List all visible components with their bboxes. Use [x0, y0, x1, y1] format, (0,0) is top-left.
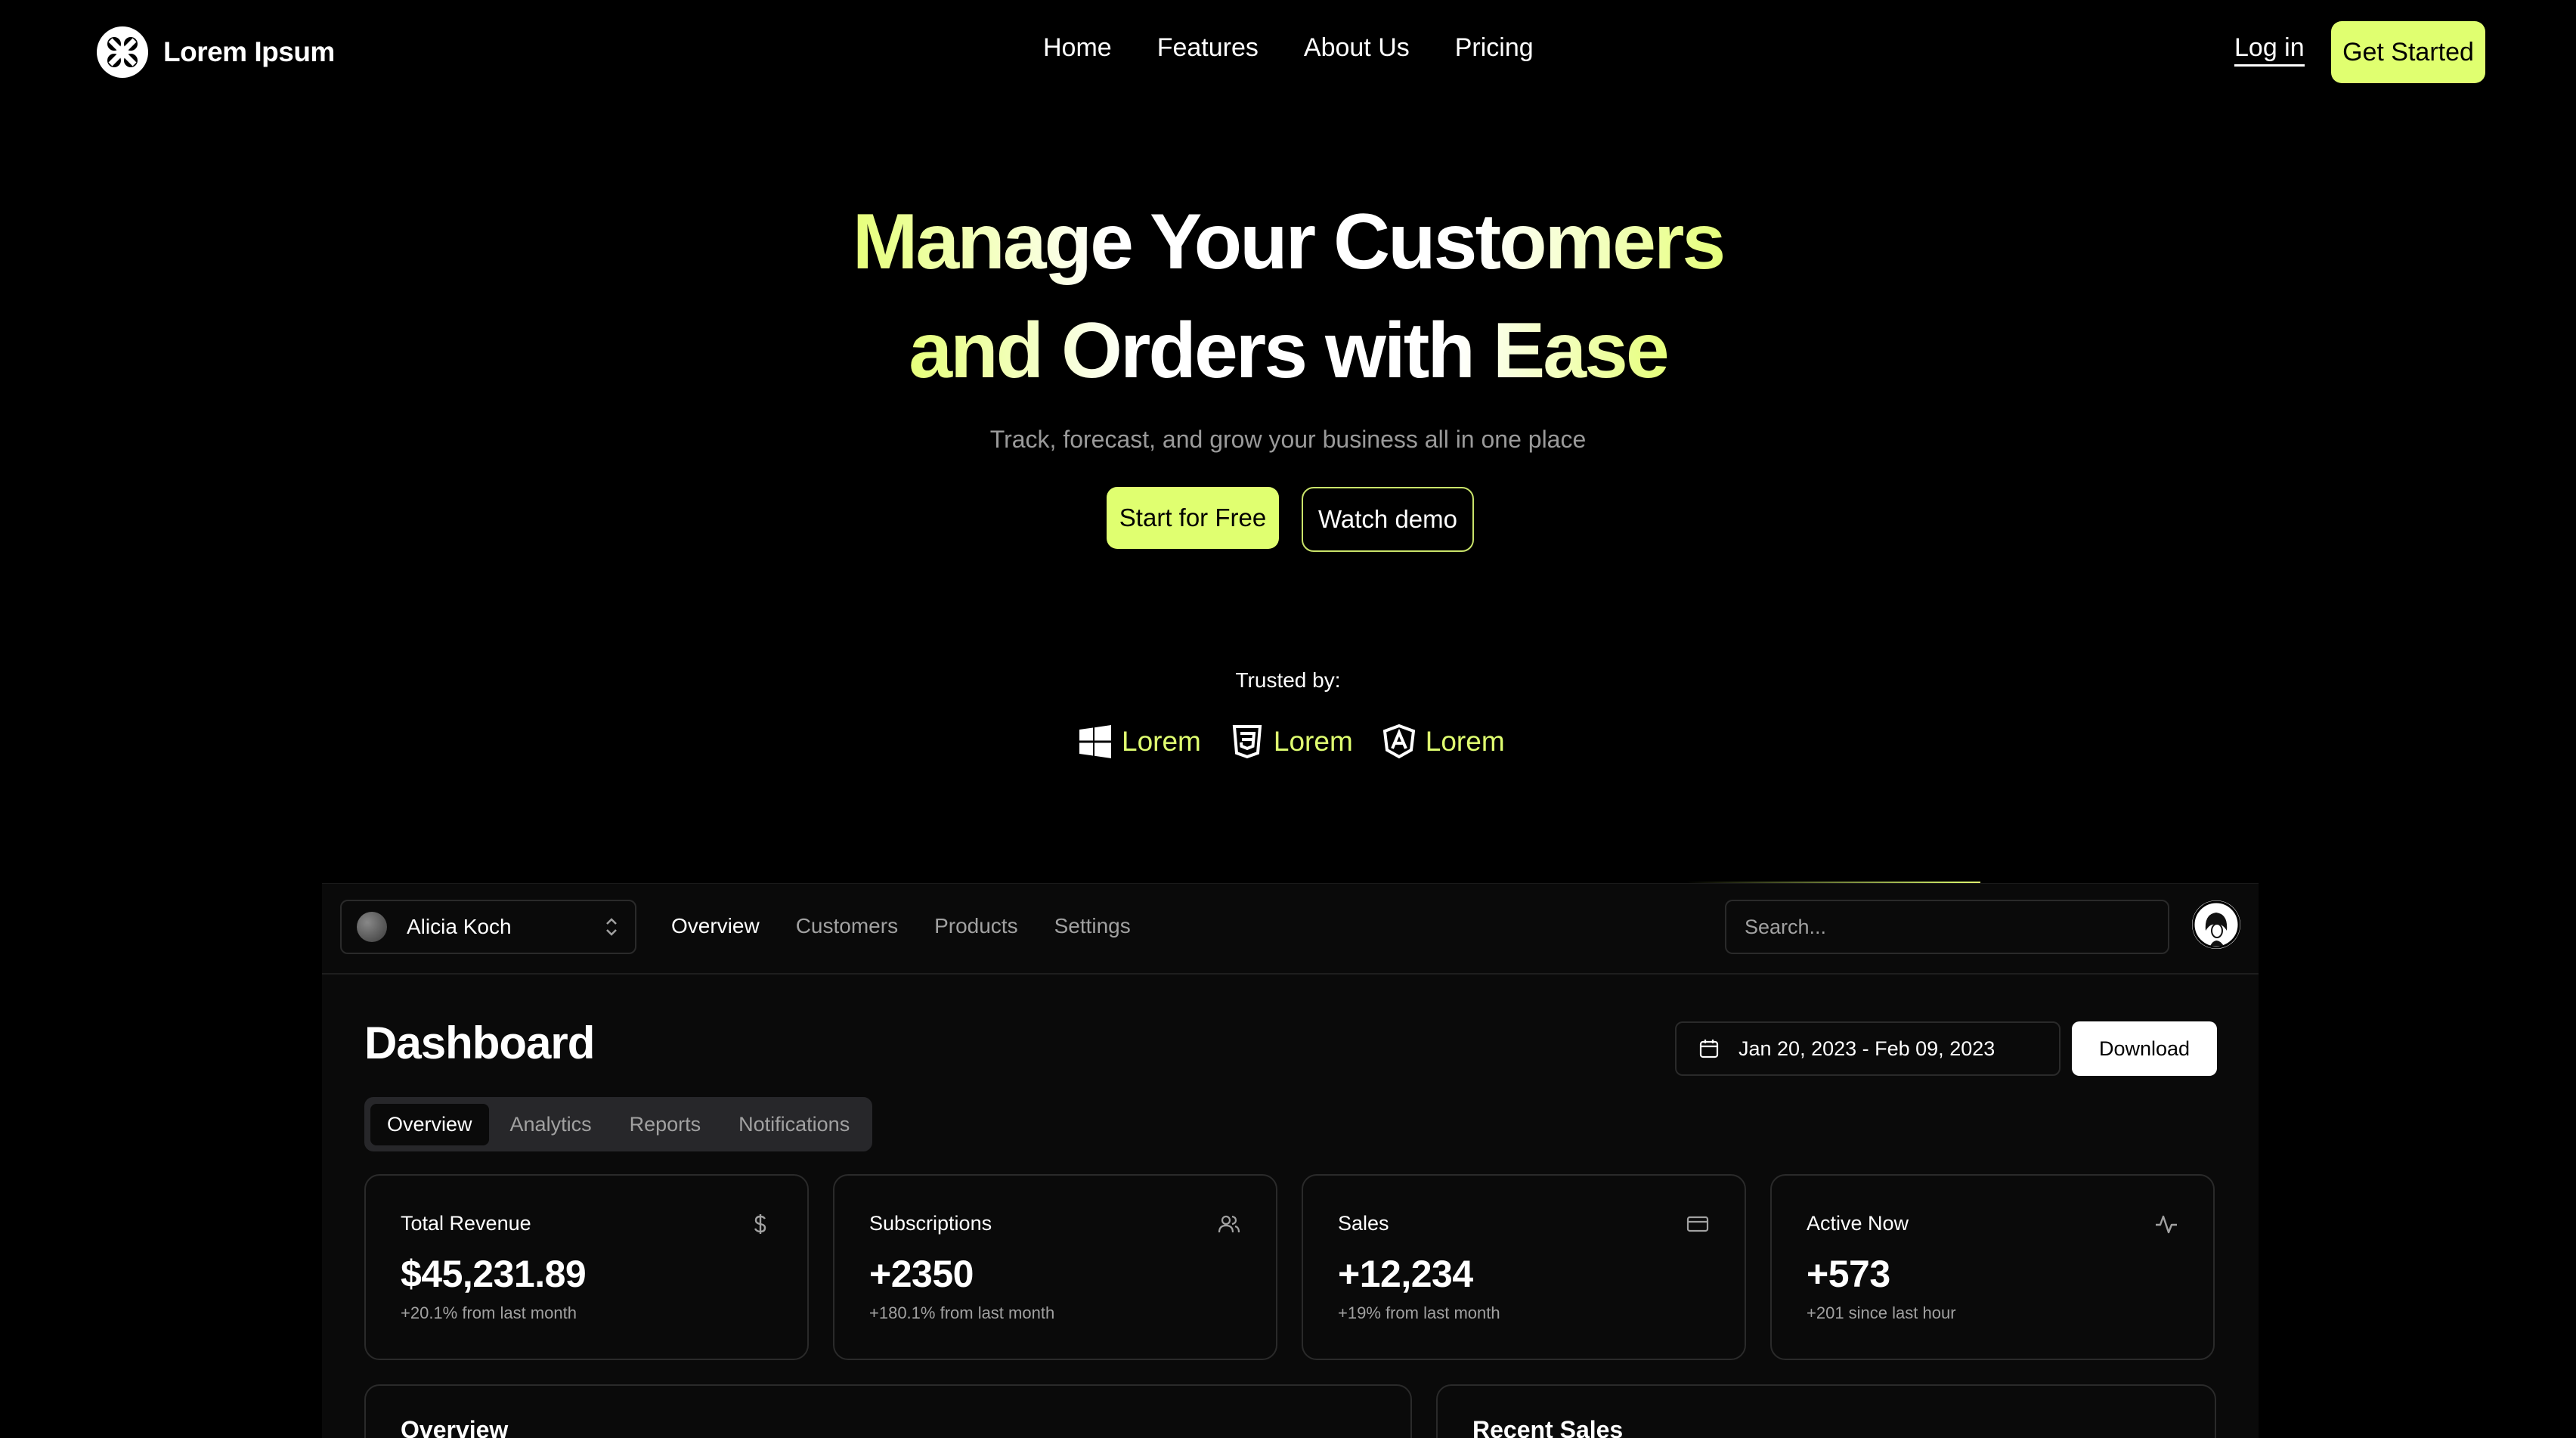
- tab-overview[interactable]: Overview: [370, 1103, 489, 1145]
- date-range-picker[interactable]: Jan 20, 2023 - Feb 09, 2023: [1675, 1021, 2060, 1076]
- team-switcher[interactable]: Alicia Koch: [340, 900, 636, 954]
- tab-analytics[interactable]: Analytics: [494, 1104, 608, 1145]
- search-input[interactable]: [1725, 900, 2169, 954]
- stat-card-value: +2350: [869, 1253, 974, 1295]
- dashboard-tabs: Overview Analytics Reports Notifications: [364, 1097, 873, 1151]
- user-avatar-icon: [2192, 900, 2240, 949]
- dashboard-nav-products[interactable]: Products: [934, 914, 1018, 938]
- angular-icon: [1382, 724, 1415, 759]
- trusted-logo-name: Lorem: [1273, 726, 1353, 757]
- nav-link-home[interactable]: Home: [1043, 33, 1112, 63]
- stat-card-total-revenue: Total Revenue $45,231.89 +20.1% from las…: [364, 1174, 809, 1360]
- recent-sales-panel-title: Recent Sales: [1472, 1416, 1624, 1438]
- dashboard-title: Dashboard: [364, 1018, 595, 1068]
- stat-card-note: +180.1% from last month: [869, 1303, 1055, 1322]
- tab-notifications[interactable]: Notifications: [722, 1104, 866, 1145]
- css3-icon: [1232, 725, 1262, 759]
- brand-logo-icon: [97, 26, 148, 78]
- overview-panel: Overview: [364, 1384, 1412, 1438]
- login-link[interactable]: Log in: [2234, 33, 2305, 67]
- stat-card-value: +12,234: [1338, 1253, 1473, 1295]
- nav-link-about-us[interactable]: About Us: [1304, 33, 1410, 63]
- hero-title-line2: and Orders with Ease: [909, 307, 1669, 395]
- start-for-free-button[interactable]: Start for Free: [1107, 487, 1279, 549]
- trusted-by-label: Trusted by:: [1235, 668, 1341, 692]
- stat-cards: Total Revenue $45,231.89 +20.1% from las…: [364, 1174, 2215, 1360]
- stat-card-value: +573: [1807, 1253, 1890, 1295]
- nav-link-pricing[interactable]: Pricing: [1455, 33, 1534, 63]
- dashboard-nav-settings[interactable]: Settings: [1054, 914, 1131, 938]
- stat-card-note: +201 since last hour: [1807, 1303, 1956, 1322]
- stat-card-note: +20.1% from last month: [401, 1303, 577, 1322]
- dashboard-topbar: Alicia Koch Overview Customers Products …: [322, 884, 2259, 975]
- windows-icon: [1079, 725, 1111, 758]
- hero-title: Manage Your Customers and Orders with Ea…: [0, 187, 2576, 405]
- overview-panel-title: Overview: [401, 1416, 509, 1438]
- brand-name: Lorem Ipsum: [163, 36, 335, 67]
- users-icon: [1218, 1215, 1240, 1233]
- watch-demo-button[interactable]: Watch demo: [1302, 487, 1474, 552]
- user-avatar[interactable]: [2192, 900, 2240, 949]
- top-navbar: Lorem Ipsum Home Features About Us Prici…: [0, 0, 2576, 104]
- stat-card-title: Active Now: [1807, 1212, 1909, 1235]
- calendar-icon: [1699, 1040, 1719, 1058]
- nav-links: Home Features About Us Pricing: [1043, 33, 1534, 63]
- trusted-logo-windows: Lorem: [1078, 724, 1201, 759]
- trusted-logo-name: Lorem: [1425, 726, 1505, 757]
- dollar-icon: [754, 1214, 766, 1234]
- nav-link-features[interactable]: Features: [1157, 33, 1259, 63]
- stat-card-value: $45,231.89: [401, 1253, 587, 1295]
- download-button[interactable]: Download: [2072, 1021, 2217, 1076]
- hero-buttons: Start for Free Watch demo: [1107, 487, 1474, 552]
- date-range-text: Jan 20, 2023 - Feb 09, 2023: [1738, 1037, 1995, 1060]
- activity-icon: [2156, 1215, 2177, 1234]
- dashboard-nav-overview[interactable]: Overview: [671, 914, 760, 938]
- trusted-logo-name: Lorem: [1122, 726, 1201, 757]
- dashboard-nav: Overview Customers Products Settings: [671, 914, 1131, 938]
- stat-card-sales: Sales +12,234 +19% from last month: [1302, 1174, 1746, 1360]
- dashboard-preview: Alicia Koch Overview Customers Products …: [322, 883, 2259, 1438]
- stat-card-title: Subscriptions: [869, 1212, 992, 1235]
- trusted-logos: Lorem Lorem Lorem: [1078, 724, 1505, 759]
- team-avatar: [357, 912, 387, 942]
- dashboard-nav-customers[interactable]: Customers: [796, 914, 898, 938]
- stat-card-active-now: Active Now +573 +201 since last hour: [1770, 1174, 2215, 1360]
- stat-card-title: Sales: [1338, 1212, 1389, 1235]
- stat-card-title: Total Revenue: [401, 1212, 531, 1235]
- recent-sales-panel: Recent Sales: [1436, 1384, 2216, 1438]
- hero-title-line1: Manage Your Customers: [852, 198, 1726, 286]
- tab-reports[interactable]: Reports: [613, 1104, 718, 1145]
- trusted-logo-css3: Lorem: [1230, 724, 1353, 759]
- stat-card-note: +19% from last month: [1338, 1303, 1500, 1322]
- stat-card-subscriptions: Subscriptions +2350 +180.1% from last mo…: [833, 1174, 1277, 1360]
- team-name: Alicia Koch: [407, 915, 512, 938]
- get-started-button[interactable]: Get Started: [2331, 21, 2485, 83]
- credit-card-icon: [1686, 1216, 1709, 1232]
- hero-subtitle: Track, forecast, and grow your business …: [989, 426, 1587, 453]
- trusted-logo-angular: Lorem: [1382, 724, 1505, 759]
- chevrons-up-down-icon: [606, 918, 617, 936]
- brand[interactable]: Lorem Ipsum: [95, 25, 335, 79]
